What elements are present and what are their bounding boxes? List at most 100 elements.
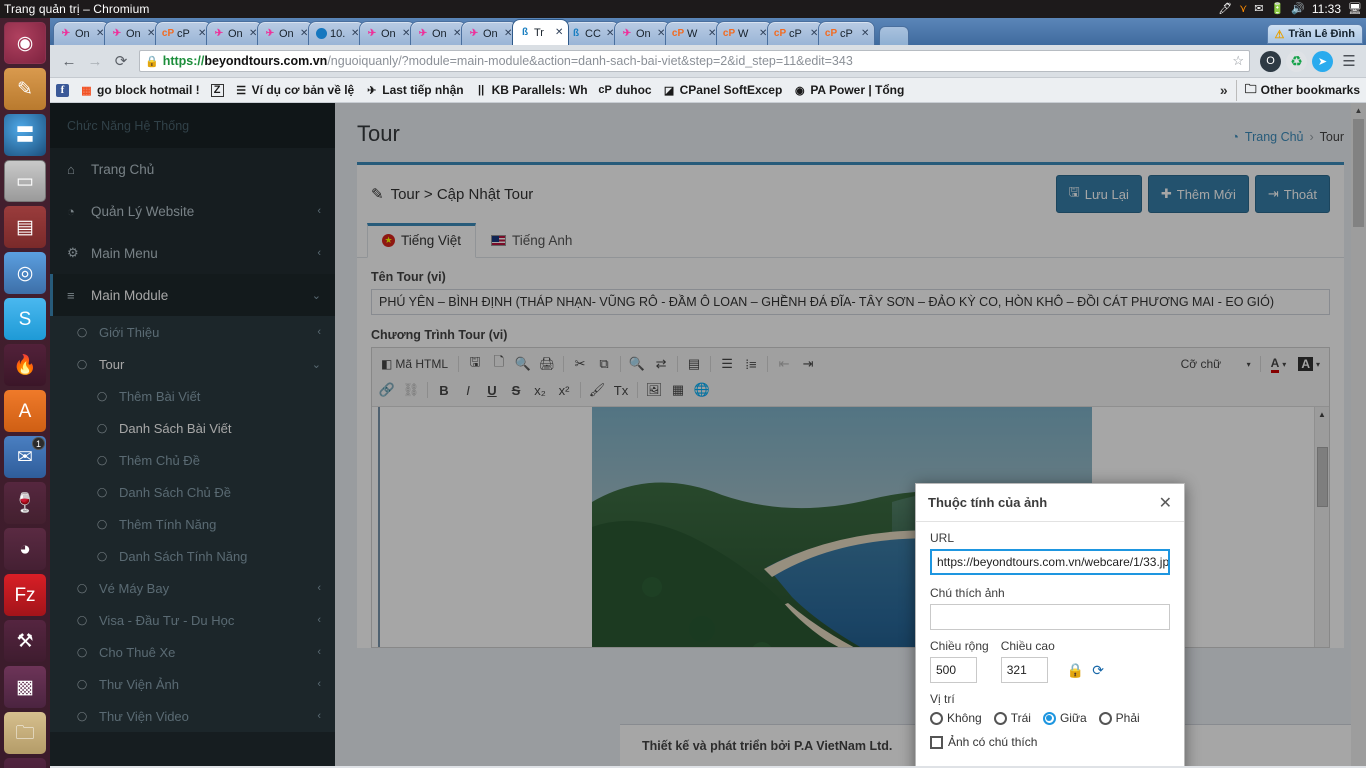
tab-close-icon[interactable]: ✕ [861, 28, 870, 39]
gimp-icon[interactable]: ▩ [4, 666, 46, 708]
other-bookmarks-folder[interactable]: 🗀 Other bookmarks [1235, 79, 1360, 101]
text-editor-icon[interactable]: ✎ [4, 68, 46, 110]
subscript-icon[interactable]: x₂ [529, 379, 551, 401]
ckeditor-body[interactable]: ▲ [372, 407, 1329, 647]
action-button[interactable]: ✚ Thêm Mới [1147, 175, 1249, 213]
sidebar-child-item[interactable]: ◯ Thêm Chủ Đề [50, 444, 335, 476]
sidebar-child-item[interactable]: ◯ Danh Sách Chủ Đề [50, 476, 335, 508]
position-option[interactable]: Giữa [1042, 711, 1094, 725]
browser-tab[interactable]: ✈ On ✕ [257, 21, 314, 45]
browser-tab[interactable]: cP cP ✕ [155, 21, 212, 45]
reset-size-icon[interactable]: ⟳ [1092, 662, 1104, 679]
folder-icon[interactable]: 🗀 [4, 712, 46, 754]
back-button[interactable]: ← [56, 48, 82, 74]
bookmarks-overflow-button[interactable]: » [1212, 82, 1236, 98]
radio-button[interactable] [1042, 711, 1056, 725]
browser-tab[interactable]: ✈ On ✕ [104, 21, 161, 45]
underline-icon[interactable]: U [481, 379, 503, 401]
tab-close-icon[interactable]: ✕ [555, 27, 564, 38]
position-option[interactable]: Phải [1098, 711, 1147, 725]
sidebar-subitem[interactable]: ◯ Tour ⌄ [50, 348, 335, 380]
radio-button[interactable] [993, 711, 1007, 725]
bookmark-item[interactable]: cP duhoc [598, 83, 651, 97]
caption-input[interactable] [930, 604, 1170, 630]
cut-icon[interactable]: ✂ [569, 353, 591, 375]
remove-format-icon[interactable]: Tx [610, 379, 632, 401]
numbered-list-icon[interactable]: ☰ [716, 353, 738, 375]
firefox-icon[interactable]: ◕ [4, 528, 46, 570]
find-icon[interactable]: 🔍 [626, 353, 648, 375]
language-tab[interactable]: Tiếng Anh [476, 223, 587, 258]
sidebar-subitem[interactable]: ◯ Cho Thuê Xe ‹ [50, 636, 335, 668]
browser-tab[interactable]: ✈ On ✕ [461, 21, 518, 45]
width-input[interactable]: 500 [930, 657, 977, 683]
ubuntu-dash-icon[interactable]: ◉ [4, 22, 46, 64]
bulleted-list-icon[interactable]: ⁞≡ [740, 353, 762, 375]
link-icon[interactable]: 🔗 [376, 379, 398, 401]
wine-icon[interactable]: 🍷 [4, 482, 46, 524]
chrome-menu-icon[interactable]: ☰ [1338, 52, 1360, 70]
chromium-icon[interactable]: ◎ [4, 252, 46, 294]
tools-icon[interactable]: ⚒ [4, 620, 46, 662]
bookmark-star-icon[interactable]: ☆ [1232, 53, 1244, 69]
browser-tab[interactable]: ✈ On ✕ [359, 21, 416, 45]
browser-tab[interactable]: cP cP ✕ [767, 21, 824, 45]
browser-tab[interactable]: ✈ On ✕ [53, 21, 110, 45]
preview-icon[interactable]: 🔍 [512, 353, 534, 375]
bookmark-item[interactable]: ▦ go block hotmail ! [80, 83, 199, 97]
image-icon[interactable]: 🖼 [643, 379, 665, 401]
sidebar-child-item[interactable]: ◯ Danh Sách Bài Viết [50, 412, 335, 444]
bookmark-item[interactable]: || KB Parallels: Wh [475, 83, 588, 97]
sidebar-subitem[interactable]: ◯ Thư Viện Ảnh ‹ [50, 668, 335, 700]
caption-checkbox[interactable] [930, 735, 943, 749]
sidebar-subitem[interactable]: ◯ Vé Máy Bay ‹ [50, 572, 335, 604]
paint-format-icon[interactable]: 🖌 [586, 379, 608, 401]
browser-tab[interactable]: cP W ✕ [665, 21, 722, 45]
radio-button[interactable] [930, 711, 943, 725]
radio-button[interactable] [1098, 711, 1112, 725]
sidebar-child-item[interactable]: ◯ Danh Sách Tính Năng [50, 540, 335, 572]
language-tab[interactable]: ★ Tiếng Việt [367, 223, 477, 258]
print-icon[interactable]: 🖨 [536, 353, 558, 375]
editor-scrollbar[interactable]: ▲ [1314, 407, 1329, 647]
sidebar-item[interactable]: ≡ Main Module ⌄ [50, 274, 335, 316]
recycle-extension-icon[interactable]: ♻ [1286, 50, 1307, 72]
bookmark-item[interactable]: ☰ Ví dụ cơ bản về lệ [235, 83, 354, 97]
telegram-extension-icon[interactable]: ➤ [1312, 50, 1333, 72]
browser-tab-active[interactable]: ß Tr ✕ [512, 19, 569, 45]
bookmark-item[interactable]: ✈ Last tiếp nhận [365, 83, 463, 97]
browser-tab[interactable]: 10. ✕ [308, 21, 365, 45]
page-scrollbar[interactable]: ▲ [1351, 103, 1366, 766]
bookmark-item[interactable]: Z [210, 83, 224, 97]
clock[interactable]: 11:33 [1312, 2, 1341, 16]
sidebar-item[interactable]: ◔ Quản Lý Website ‹ [50, 190, 335, 232]
terminal-icon[interactable]: ▭ [4, 160, 46, 202]
thunderbird-icon[interactable]: ✉ 1 [4, 436, 46, 478]
unlink-icon[interactable]: ⛓ [400, 379, 422, 401]
iframe-icon[interactable]: 🌐 [691, 379, 713, 401]
indent-icon[interactable]: ⇥ [797, 353, 819, 375]
zterm-icon[interactable]: 〓 [4, 114, 46, 156]
table-icon[interactable]: ▦ [667, 379, 689, 401]
background-color-icon[interactable]: A ▾ [1293, 353, 1325, 375]
font-size-dropdown[interactable]: Cỡ chữ ▾ [1177, 353, 1255, 375]
text-color-icon[interactable]: A ▾ [1266, 353, 1292, 375]
italic-icon[interactable]: I [457, 379, 479, 401]
browser-tab[interactable]: ✈ On ✕ [206, 21, 263, 45]
vlc-icon[interactable]: ⋎ [1239, 3, 1247, 15]
display-icon[interactable]: 🖥 [1348, 3, 1362, 15]
copy-icon[interactable]: ⧉ [593, 353, 615, 375]
sidebar-subitem[interactable]: ◯ Visa - Đầu Tư - Du Học ‹ [50, 604, 335, 636]
sidebar-child-item[interactable]: ◯ Thêm Bài Viết [50, 380, 335, 412]
new-page-icon[interactable]: 🗋 [488, 353, 510, 375]
bookmark-item[interactable]: f [56, 83, 69, 97]
sidebar-item[interactable]: ⌂ Trang Chủ [50, 148, 335, 190]
scroll-up-icon[interactable]: ▲ [1315, 407, 1329, 421]
skype-icon[interactable]: S [4, 298, 46, 340]
action-button[interactable]: 🖫 Lưu Lại [1055, 175, 1142, 213]
save-icon[interactable]: 🖫 [464, 353, 486, 375]
scrollbar-thumb[interactable] [1317, 447, 1328, 507]
user-profile-chip[interactable]: ⚠ Trần Lê Đình [1266, 24, 1363, 44]
superscript-icon[interactable]: x² [553, 379, 575, 401]
browser-tab[interactable]: ✈ On ✕ [614, 21, 671, 45]
